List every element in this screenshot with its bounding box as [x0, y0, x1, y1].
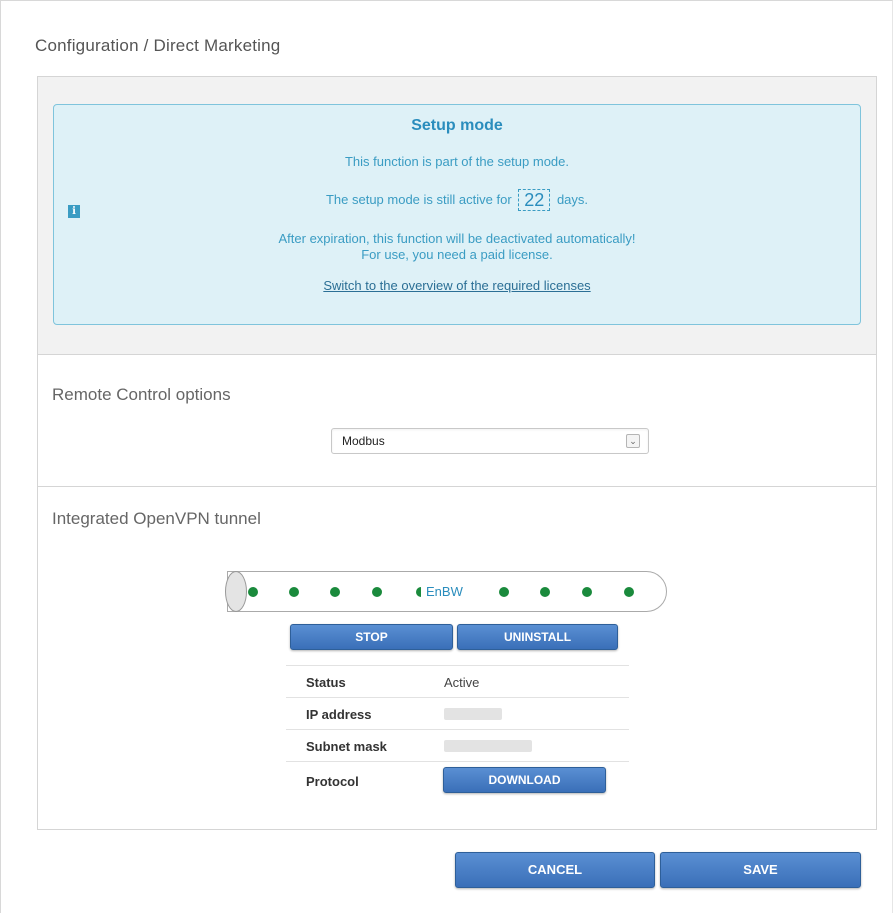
tunnel-dot	[248, 587, 258, 597]
config-card: i Setup mode This function is part of th…	[37, 76, 877, 830]
openvpn-section: Integrated OpenVPN tunnel EnBW STOP UNIN…	[38, 487, 876, 829]
status-row: Status Active	[286, 665, 629, 697]
remote-control-section: Remote Control options Modbus ⌄	[38, 355, 876, 487]
vpn-info-table: Status Active IP address Subnet mask Pro…	[286, 665, 629, 799]
licenses-overview-link[interactable]: Switch to the overview of the required l…	[323, 278, 590, 293]
subnet-mask-row: Subnet mask	[286, 729, 629, 761]
tunnel-dot	[330, 587, 340, 597]
subnet-mask-redacted	[444, 740, 532, 752]
tunnel-dot	[289, 587, 299, 597]
tunnel-dot	[582, 587, 592, 597]
protocol-row: Protocol DOWNLOAD	[286, 761, 629, 799]
status-value: Active	[444, 675, 480, 690]
tunnel-dot	[624, 587, 634, 597]
remote-control-selected-value: Modbus	[342, 434, 385, 448]
chevron-down-icon[interactable]: ⌄	[626, 434, 640, 448]
setup-mode-description: This function is part of the setup mode.	[344, 154, 569, 169]
remote-control-select[interactable]: Modbus ⌄	[331, 428, 649, 454]
remaining-suffix: days.	[556, 192, 589, 207]
ip-address-label: IP address	[306, 707, 372, 722]
setup-mode-title: Setup mode	[411, 117, 503, 134]
status-label: Status	[306, 675, 346, 690]
setup-mode-remaining: The setup mode is still active for 22 da…	[54, 189, 860, 211]
openvpn-title: Integrated OpenVPN tunnel	[52, 509, 261, 528]
setup-mode-section: i Setup mode This function is part of th…	[38, 77, 876, 355]
setup-mode-info-box: i Setup mode This function is part of th…	[53, 104, 861, 325]
days-remaining-badge: 22	[518, 189, 551, 211]
ip-address-row: IP address	[286, 697, 629, 729]
expiration-line: After expiration, this function will be …	[278, 231, 636, 246]
subnet-mask-label: Subnet mask	[306, 739, 387, 754]
setup-mode-expiration-note: After expiration, this function will be …	[54, 231, 860, 263]
remote-control-title: Remote Control options	[52, 385, 231, 404]
stop-button[interactable]: STOP	[290, 624, 453, 650]
tunnel-dot	[416, 587, 421, 597]
download-button[interactable]: DOWNLOAD	[443, 767, 606, 793]
licenses-overview-link-row: Switch to the overview of the required l…	[54, 278, 860, 293]
ip-address-redacted	[444, 708, 502, 720]
vpn-tunnel-graphic: EnBW	[225, 571, 667, 612]
tunnel-dot	[499, 587, 509, 597]
tunnel-provider-label: EnBW	[426, 584, 463, 599]
tunnel-dot	[540, 587, 550, 597]
protocol-label: Protocol	[306, 774, 359, 789]
breadcrumb: Configuration / Direct Marketing	[35, 36, 281, 55]
save-button[interactable]: SAVE	[660, 852, 861, 888]
tunnel-dot	[372, 587, 382, 597]
tunnel-end-cap	[225, 571, 247, 612]
cancel-button[interactable]: CANCEL	[455, 852, 655, 888]
remaining-prefix: The setup mode is still active for	[325, 192, 512, 207]
license-line: For use, you need a paid license.	[361, 247, 553, 262]
uninstall-button[interactable]: UNINSTALL	[457, 624, 618, 650]
